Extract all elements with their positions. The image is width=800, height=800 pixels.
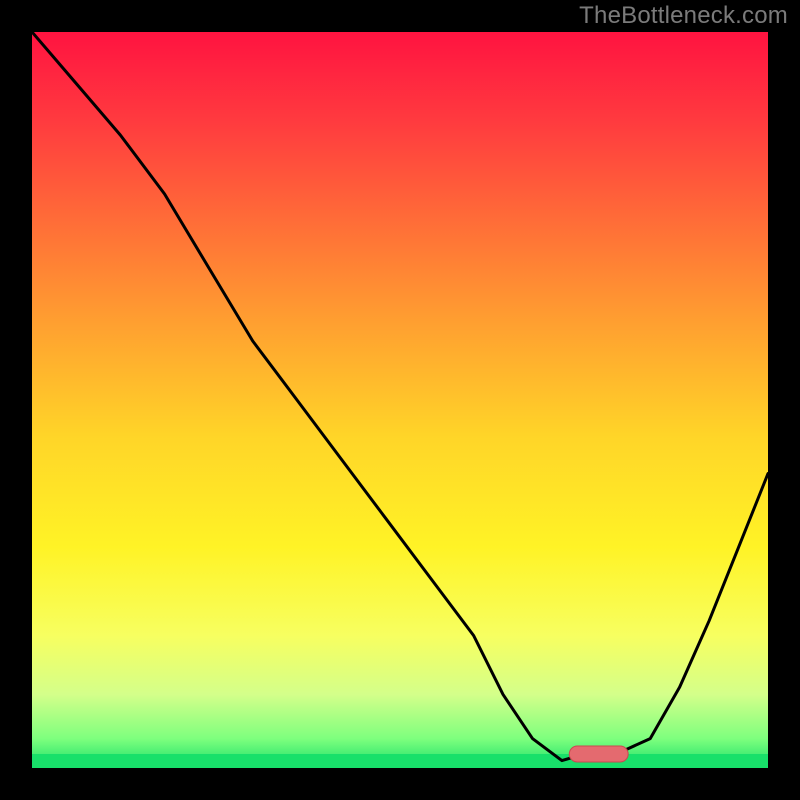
gradient-panel: [32, 32, 768, 768]
watermark-text: TheBottleneck.com: [579, 2, 788, 30]
chart-svg: [0, 0, 800, 800]
chart-container: { "watermark": "TheBottleneck.com", "col…: [0, 0, 800, 800]
green-band: [32, 754, 768, 768]
optimal-marker: [569, 746, 628, 762]
